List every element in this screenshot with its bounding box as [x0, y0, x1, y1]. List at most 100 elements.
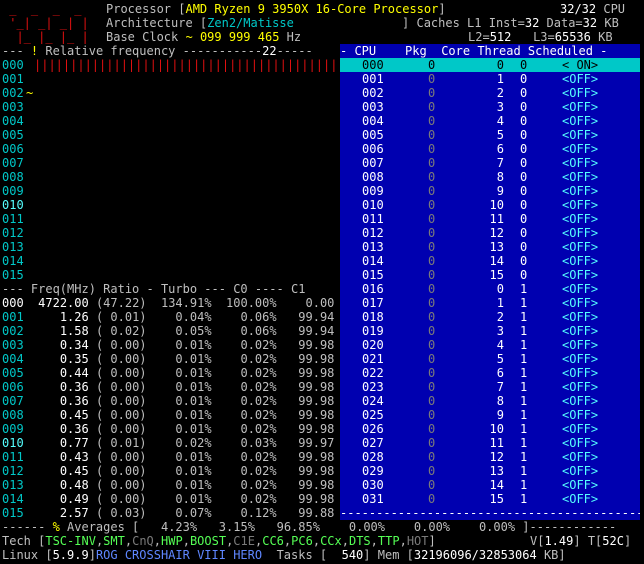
panel-cpu-row[interactable]: 007 0 7 0 <OFF>	[340, 156, 640, 170]
panel-thread: 0	[520, 226, 528, 240]
stats-c0: 0.02%	[226, 422, 277, 436]
stats-ratio: ( 0.02)	[95, 324, 147, 338]
stats-ratio: ( 0.00)	[95, 352, 147, 366]
stats-c0: 0.02%	[226, 408, 277, 422]
panel-pkg: 0	[428, 58, 436, 72]
panel-cpu-row[interactable]: 023 0 7 1 <OFF>	[340, 380, 640, 394]
cpu-schedule-panel[interactable]: - CPU Pkg Core Thread Scheduled - 000 0 0 0…	[340, 44, 640, 520]
panel-cpu-row[interactable]: 002 0 2 0 <OFF>	[340, 86, 640, 100]
frequency-row-label: 015	[2, 268, 24, 282]
panel-cpu: 007	[362, 156, 384, 170]
stats-id: 001	[2, 310, 24, 324]
stats-turbo: 0.05%	[160, 324, 212, 338]
panel-cpu: 023	[362, 380, 384, 394]
panel-cpu-row[interactable]: 029 0 13 1 <OFF>	[340, 464, 640, 478]
panel-pkg: 0	[428, 324, 436, 338]
panel-sched: <OFF>	[562, 226, 599, 240]
stats-c1: 99.98	[291, 408, 335, 422]
stats-freq: 0.36	[30, 380, 89, 394]
panel-thread: 0	[520, 184, 528, 198]
stats-c1: 99.94	[291, 310, 335, 324]
stats-c1: 99.98	[291, 366, 335, 380]
stats-id: 006	[2, 380, 24, 394]
panel-core: 12	[489, 450, 504, 464]
panel-cpu-row[interactable]: 009 0 9 0 <OFF>	[340, 184, 640, 198]
stats-row: 004 0.35 ( 0.00) 0.01% 0.02% 99.98	[2, 352, 334, 366]
panel-bottom-border: ----------------------------------------…	[340, 506, 640, 520]
panel-cpu-row[interactable]: 008 0 8 0 <OFF>	[340, 170, 640, 184]
panel-cpu-row[interactable]: 030 0 14 1 <OFF>	[340, 478, 640, 492]
frequency-row-label: 014	[2, 254, 24, 268]
panel-cpu-row[interactable]: 019 0 3 1 <OFF>	[340, 324, 640, 338]
panel-thread: 0	[520, 142, 528, 156]
panel-pkg: 0	[428, 464, 436, 478]
stats-freq: 0.44	[30, 366, 89, 380]
stats-ratio: ( 0.00)	[95, 408, 147, 422]
stats-ratio: ( 0.01)	[95, 310, 147, 324]
stats-turbo: 0.07%	[160, 506, 212, 520]
panel-cpu-row[interactable]: 017 0 1 1 <OFF>	[340, 296, 640, 310]
stats-c1: 99.94	[291, 324, 335, 338]
stats-id: 013	[2, 478, 24, 492]
panel-cpu: 001	[362, 72, 384, 86]
panel-pkg: 0	[428, 184, 436, 198]
panel-cpu-row[interactable]: 015 0 15 0 <OFF>	[340, 268, 640, 282]
stats-turbo: 0.01%	[160, 492, 212, 506]
panel-cpu-row[interactable]: 027 0 11 1 <OFF>	[340, 436, 640, 450]
panel-thread: 1	[520, 394, 528, 408]
panel-cpu-row[interactable]: 022 0 6 1 <OFF>	[340, 366, 640, 380]
panel-cpu-row[interactable]: 006 0 6 0 <OFF>	[340, 142, 640, 156]
stats-c1: 99.88	[291, 506, 335, 520]
panel-sched: <OFF>	[562, 282, 599, 296]
panel-pkg: 0	[428, 268, 436, 282]
panel-core: 5	[496, 128, 504, 142]
app-logo: _ _ _ _ '_| _| _| | |_ |_ |_ |	[9, 2, 89, 44]
stats-c0: 0.03%	[226, 436, 277, 450]
panel-cpu-row[interactable]: 003 0 3 0 <OFF>	[340, 100, 640, 114]
architecture-value: Zen2/Matisse	[207, 16, 294, 30]
panel-cpu: 029	[362, 464, 384, 478]
panel-core: 0	[496, 58, 504, 72]
voltage-temp: V[1.49] T[52C]	[530, 534, 632, 548]
panel-cpu-row[interactable]: 026 0 10 1 <OFF>	[340, 422, 640, 436]
panel-cpu-row[interactable]: 010 0 10 0 <OFF>	[340, 198, 640, 212]
stats-c1: 99.98	[291, 492, 335, 506]
stats-id: 000	[2, 296, 24, 310]
stats-turbo: 134.91%	[160, 296, 212, 310]
panel-core: 1	[496, 72, 504, 86]
panel-sched: <OFF>	[562, 170, 599, 184]
panel-cpu: 005	[362, 128, 384, 142]
panel-cpu-row[interactable]: 005 0 5 0 <OFF>	[340, 128, 640, 142]
panel-cpu-row[interactable]: 001 0 1 0 <OFF>	[340, 72, 640, 86]
panel-thread: 1	[520, 464, 528, 478]
stats-id: 002	[2, 324, 24, 338]
panel-cpu-row[interactable]: 025 0 9 1 <OFF>	[340, 408, 640, 422]
panel-cpu-row[interactable]: 016 0 0 1 <OFF>	[340, 282, 640, 296]
panel-cpu-row[interactable]: 028 0 12 1 <OFF>	[340, 450, 640, 464]
panel-cpu-row[interactable]: 013 0 13 0 <OFF>	[340, 240, 640, 254]
panel-sched: <OFF>	[562, 212, 599, 226]
panel-pkg: 0	[428, 366, 436, 380]
stats-id: 014	[2, 492, 24, 506]
panel-pkg: 0	[428, 212, 436, 226]
panel-sched: <OFF>	[562, 408, 599, 422]
panel-cpu-row[interactable]: 018 0 2 1 <OFF>	[340, 310, 640, 324]
panel-cpu-row[interactable]: 012 0 12 0 <OFF>	[340, 226, 640, 240]
panel-cpu-row[interactable]: 024 0 8 1 <OFF>	[340, 394, 640, 408]
stats-turbo: 0.01%	[160, 338, 212, 352]
panel-cpu-row[interactable]: 021 0 5 1 <OFF>	[340, 352, 640, 366]
panel-cpu-row[interactable]: 014 0 14 0 <OFF>	[340, 254, 640, 268]
panel-cpu-row[interactable]: 011 0 11 0 <OFF>	[340, 212, 640, 226]
panel-thread: 0	[520, 156, 528, 170]
panel-cpu-row[interactable]: 000 0 0 0 < ON>	[340, 58, 640, 72]
stats-freq: 1.58	[30, 324, 89, 338]
panel-cpu-row[interactable]: 031 0 15 1 <OFF>	[340, 492, 640, 506]
stats-freq: 0.34	[30, 338, 89, 352]
stats-turbo: 0.04%	[160, 310, 212, 324]
panel-sched: <OFF>	[562, 394, 599, 408]
panel-cpu-row[interactable]: 020 0 4 1 <OFF>	[340, 338, 640, 352]
panel-cpu-row[interactable]: 004 0 4 0 <OFF>	[340, 114, 640, 128]
panel-cpu: 013	[362, 240, 384, 254]
stats-c0: 0.02%	[226, 492, 277, 506]
stats-ratio: ( 0.01)	[95, 436, 147, 450]
